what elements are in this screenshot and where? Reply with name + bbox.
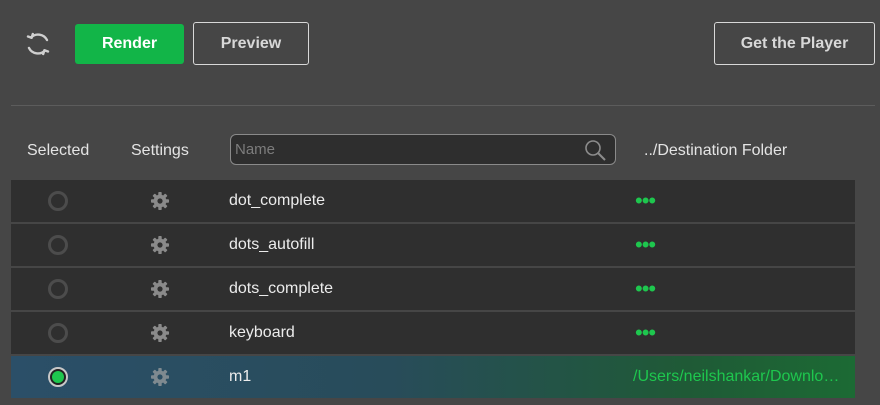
settings-column-header: Settings	[131, 142, 189, 159]
search-input[interactable]	[235, 138, 575, 160]
selected-column-header: Selected	[27, 142, 90, 159]
select-radio-checked[interactable]	[48, 367, 68, 387]
row-name: dots_autofill	[229, 236, 315, 253]
list-header: Selected Settings ../Destination Folder	[0, 128, 880, 173]
destination-ellipsis[interactable]: •••	[635, 322, 656, 344]
select-radio[interactable]	[48, 235, 68, 255]
composition-list: dot_complete ••• dots_autofill ••• dots_…	[11, 180, 855, 400]
gear-icon[interactable]	[150, 367, 170, 387]
table-row[interactable]: dot_complete •••	[11, 180, 855, 222]
gear-icon[interactable]	[150, 323, 170, 343]
toolbar: Render Preview Get the Player	[0, 0, 880, 90]
preview-button[interactable]: Preview	[193, 22, 309, 65]
row-name: dot_complete	[229, 192, 326, 209]
destination-ellipsis[interactable]: •••	[635, 234, 656, 256]
table-row[interactable]: dots_autofill •••	[11, 224, 855, 266]
destination-ellipsis[interactable]: •••	[635, 278, 656, 300]
row-name: keyboard	[229, 324, 295, 341]
select-radio[interactable]	[48, 279, 68, 299]
table-row[interactable]: dots_complete •••	[11, 268, 855, 310]
table-row[interactable]: keyboard •••	[11, 312, 855, 354]
gear-icon[interactable]	[150, 279, 170, 299]
search-box[interactable]	[230, 134, 616, 165]
gear-icon[interactable]	[150, 191, 170, 211]
destination-ellipsis[interactable]: •••	[635, 190, 656, 212]
select-radio[interactable]	[48, 323, 68, 343]
table-row-selected[interactable]: m1 /Users/neilshankar/Downloads	[11, 356, 855, 398]
search-icon[interactable]	[583, 138, 607, 162]
destination-path[interactable]: /Users/neilshankar/Downloads	[633, 368, 847, 386]
render-button[interactable]: Render	[75, 24, 184, 64]
row-name: dots_complete	[229, 280, 334, 297]
divider	[11, 105, 875, 106]
get-the-player-button[interactable]: Get the Player	[714, 22, 875, 65]
select-radio[interactable]	[48, 191, 68, 211]
row-name: m1	[229, 368, 252, 385]
refresh-icon[interactable]	[22, 28, 54, 60]
gear-icon[interactable]	[150, 235, 170, 255]
destination-folder-header: ../Destination Folder	[644, 142, 788, 159]
